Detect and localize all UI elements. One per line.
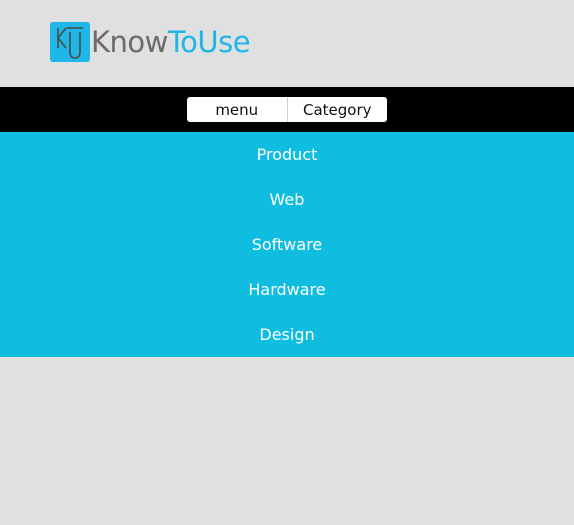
category-menu: Product Web Software Hardware Design (0, 132, 574, 357)
brand-name-part1: Know (91, 25, 168, 59)
category-item-web[interactable]: Web (0, 177, 574, 222)
category-item-design[interactable]: Design (0, 312, 574, 357)
category-item-hardware[interactable]: Hardware (0, 267, 574, 312)
logo-mark-icon (50, 22, 90, 62)
top-menu-bar: menu Category (0, 87, 574, 132)
tab-menu[interactable]: menu (187, 97, 287, 122)
site-header: KnowToUse (0, 0, 574, 87)
menu-tabs: menu Category (187, 97, 387, 122)
brand-logo[interactable]: KnowToUse (50, 22, 251, 62)
category-item-software[interactable]: Software (0, 222, 574, 267)
tab-category[interactable]: Category (286, 97, 388, 122)
category-item-product[interactable]: Product (0, 132, 574, 177)
brand-name: KnowToUse (91, 22, 251, 62)
brand-name-part2: ToUse (167, 25, 251, 59)
